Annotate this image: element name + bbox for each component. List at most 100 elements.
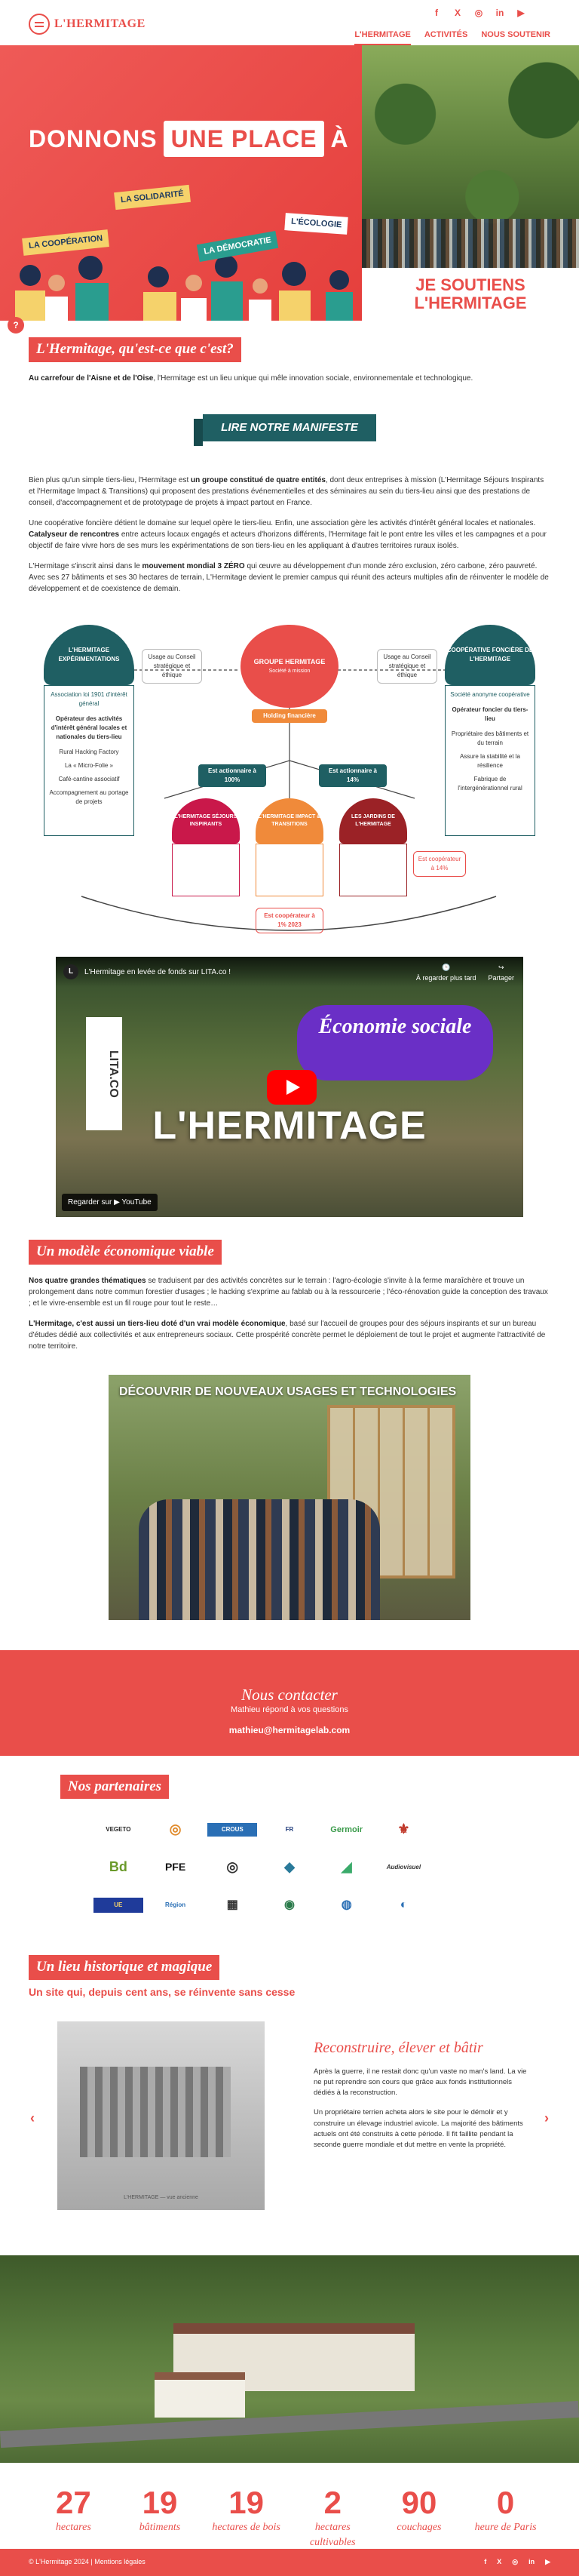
partners-title: Nos partenaires (60, 1774, 170, 1799)
tag-left-small: Usage au Conseil stratégique et éthique (142, 649, 202, 684)
footer-instagram-icon[interactable]: ◎ (512, 2557, 518, 2568)
manifeste-wrap: LIRE NOTRE MANIFESTE (29, 413, 550, 446)
youtube-icon[interactable]: ▶ (516, 6, 526, 20)
slider-next-icon[interactable]: › (544, 2108, 549, 2129)
intro-p2-b: Catalyseur de rencontres (29, 530, 120, 539)
facebook-icon[interactable]: f (431, 6, 442, 20)
logo[interactable]: L'HERMITAGE (29, 14, 146, 35)
node-impact-box (256, 844, 323, 896)
people-photo (362, 219, 579, 268)
visitors-group (139, 1499, 380, 1620)
stat-num: 19 (142, 2484, 178, 2520)
footer-x-icon[interactable]: X (497, 2557, 501, 2568)
header-socials: f X ◎ in ▶ (431, 6, 526, 20)
intro-section: L'Hermitage, qu'est-ce que c'est? Au car… (0, 321, 579, 595)
node-exp-item-3: La « Micro-Folie » (64, 762, 114, 769)
slide-paragraph-2: Un propriétaire terrien acheta alors le … (314, 2108, 523, 2149)
node-groupe-title: GROUPE HERMITAGE (253, 658, 326, 666)
linkedin-icon[interactable]: in (495, 6, 505, 20)
workshop-photo: DÉCOUVRIR DE NOUVEAUX USAGES ET TECHNOLO… (109, 1374, 470, 1620)
photo-caption: DÉCOUVRIR DE NOUVEAUX USAGES ET TECHNOLO… (119, 1385, 457, 1398)
hero-title-pill: UNE PLACE (163, 121, 325, 157)
site-footer: © L'Hermitage 2024 | Mentions légales f … (0, 2549, 579, 2576)
video-embed[interactable]: L L'Hermitage en levée de fonds sur LITA… (56, 957, 523, 1217)
slide-text: Reconstruire, élever et bâtir Après la g… (314, 2021, 532, 2160)
stat-cultivables: 2 hectares cultivables (295, 2485, 370, 2551)
nav-hermitage[interactable]: L'HERMITAGE (354, 29, 411, 45)
nav-nous-soutenir[interactable]: NOUS SOUTENIR (481, 29, 550, 45)
instagram-icon[interactable]: ◎ (473, 6, 484, 20)
annex-building (155, 2372, 245, 2418)
manifeste-button[interactable]: LIRE NOTRE MANIFESTE (194, 413, 376, 446)
partner-logo-2[interactable]: ◎ (151, 1818, 201, 1842)
intro-paragraph-3: L'Hermitage s'inscrit ainsi dans le mouv… (29, 561, 550, 595)
aerial-photo (0, 2255, 579, 2463)
partner-logo-21[interactable] (436, 1893, 486, 1917)
footer-facebook-icon[interactable]: f (484, 2557, 486, 2568)
logo-mark-icon (29, 14, 50, 35)
partner-logo-10[interactable]: ◎ (207, 1855, 257, 1880)
help-icon[interactable]: ? (8, 317, 24, 334)
stat-batiments: 19 bâtiments (122, 2485, 198, 2551)
watch-later-button[interactable]: 🕒 À regarder plus tard (416, 963, 476, 983)
contact-band: Nous contacter Mathieu répond à vos ques… (0, 1649, 579, 1756)
intro-paragraph-2: Une coopérative foncière détient le doma… (29, 518, 550, 552)
footer-youtube-icon[interactable]: ▶ (545, 2557, 550, 2568)
intro-p3-a: L'Hermitage s'inscrit ainsi dans le (29, 562, 142, 570)
hero-title: DONNONS UNE PLACE À (29, 121, 349, 157)
node-exp-item-4: Café-cantine associatif (58, 776, 120, 782)
intro-p1-b: un groupe constitué de quatre entités (191, 476, 326, 484)
support-cta-line2: L'HERMITAGE (414, 294, 527, 312)
road (0, 2400, 579, 2448)
partner-logo-12[interactable]: ◢ (322, 1855, 372, 1880)
tag-right-small: Usage au Conseil stratégique et éthique (377, 649, 437, 684)
video-channel-title[interactable]: L'Hermitage en levée de fonds sur LITA.c… (84, 967, 231, 978)
hero-banner: DONNONS UNE PLACE À LA SOLIDARITÉ L'ÉCOL… (0, 45, 362, 321)
intro-lead: Au carrefour de l'Aisne et de l'Oise, l'… (29, 373, 550, 384)
slide-image-caption: L'HERMITAGE — vue ancienne (124, 2195, 198, 2200)
partner-logo-5[interactable]: Germoir (322, 1818, 372, 1842)
video-big-title: L'HERMITAGE (152, 1104, 427, 1148)
support-cta[interactable]: JE SOUTIENS L'HERMITAGE (362, 268, 579, 321)
node-exp-item-1: Opérateur des activités d'intérêt généra… (51, 715, 127, 740)
partner-logo-4[interactable]: FR (265, 1818, 314, 1842)
footer-linkedin-icon[interactable]: in (528, 2557, 535, 2568)
node-groupe: GROUPE HERMITAGE Société à mission (240, 625, 339, 708)
node-coop-item-2: Propriétaire des bâtiments et du terrain (451, 730, 529, 746)
model-title: Un modèle économique viable (29, 1240, 222, 1265)
intro-paragraph-1: Bien plus qu'un simple tiers-lieu, l'Her… (29, 475, 550, 509)
stat-label: hectares (55, 2521, 91, 2533)
watch-on-youtube[interactable]: Regarder sur ▶ YouTube (62, 1194, 158, 1211)
logo-text: L'HERMITAGE (54, 17, 146, 30)
node-sejours-box (172, 844, 240, 896)
partner-logo-19[interactable]: ◍ (322, 1893, 372, 1917)
contact-email[interactable]: mathieu@hermitagelab.com (0, 1723, 579, 1737)
partner-logo-7[interactable] (436, 1818, 486, 1842)
nav-activites[interactable]: ACTIVITÉS (424, 29, 467, 45)
footer-text[interactable]: © L'Hermitage 2024 | Mentions légales (29, 2557, 146, 2568)
node-jardins-box (339, 844, 407, 896)
partner-logo-16[interactable]: Région (151, 1893, 201, 1917)
partner-logo-8[interactable]: Bd (93, 1855, 143, 1880)
slider-prev-icon[interactable]: ‹ (30, 2108, 35, 2129)
partner-logo-14[interactable] (436, 1855, 486, 1880)
partner-logo-9[interactable]: PFE (151, 1855, 201, 1880)
site-header: L'HERMITAGE f X ◎ in ▶ L'HERMITAGE ACTIV… (0, 0, 579, 45)
partner-logo-6[interactable]: ⚜ (379, 1818, 429, 1842)
partner-logo-15[interactable]: UE (93, 1898, 143, 1913)
share-button[interactable]: ↪ Partager (488, 963, 514, 983)
stat-label: hectares de bois (212, 2521, 280, 2533)
stat-label: couchages (397, 2521, 442, 2533)
partner-logo-13[interactable]: Audiovisuel (379, 1855, 429, 1880)
sign-solidarite: LA SOLIDARITÉ (114, 184, 191, 210)
partner-logo-17[interactable]: ▦ (207, 1893, 257, 1917)
x-icon[interactable]: X (452, 6, 463, 20)
coop-bottom: Est coopérateur à 1% 2023 (256, 908, 323, 933)
partner-logo-18[interactable]: ◉ (265, 1893, 314, 1917)
partner-logo-11[interactable]: ◆ (265, 1855, 314, 1880)
node-coop-sub: Société anonyme coopérative (450, 691, 530, 698)
partner-logo-3[interactable]: CROUS (207, 1823, 258, 1837)
partner-logo-1[interactable]: VEGETO (93, 1818, 143, 1842)
stat-num: 90 (401, 2484, 437, 2520)
partner-logo-20[interactable]: ◐ (379, 1893, 429, 1917)
